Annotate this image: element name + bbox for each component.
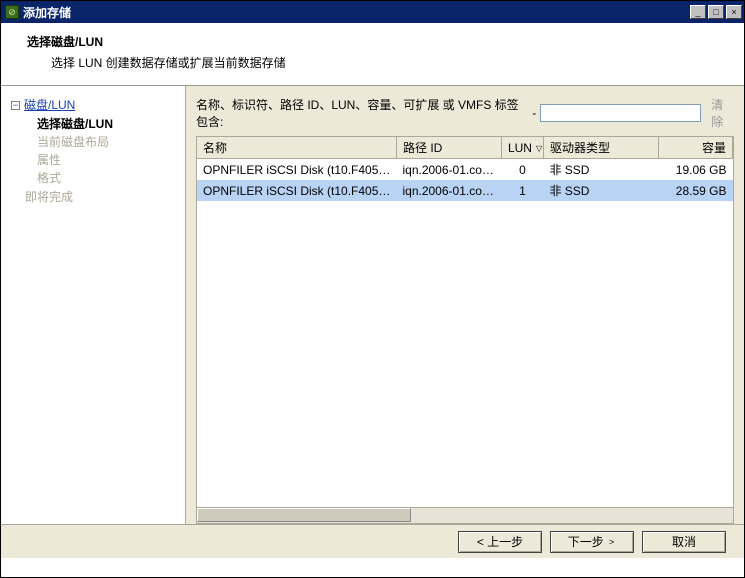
- horizontal-scrollbar[interactable]: [197, 507, 733, 523]
- cell-path: iqn.2006-01.com....: [396, 159, 501, 181]
- wizard-content: −磁盘/LUN 选择磁盘/LUN 当前磁盘布局 属性 格式 即将完成 名称、标识…: [1, 86, 744, 524]
- wizard-steps-sidebar: −磁盘/LUN 选择磁盘/LUN 当前磁盘布局 属性 格式 即将完成: [1, 86, 186, 524]
- step-finish: 即将完成: [11, 188, 185, 205]
- maximize-button[interactable]: □: [708, 5, 724, 19]
- step-select-disk[interactable]: 选择磁盘/LUN: [37, 115, 185, 132]
- table-body: OPNFILER iSCSI Disk (t10.F405E464... iqn…: [197, 159, 733, 202]
- table-row[interactable]: OPNFILER iSCSI Disk (t10.F405E464... iqn…: [197, 180, 733, 201]
- filter-dash: -: [532, 106, 536, 120]
- tree-children: 选择磁盘/LUN 当前磁盘布局 属性 格式: [11, 115, 185, 186]
- wizard-description: 选择 LUN 创建数据存储或扩展当前数据存储: [27, 54, 724, 71]
- table-row[interactable]: OPNFILER iSCSI Disk (t10.F405E464... iqn…: [197, 159, 733, 181]
- title-bar: ⊘ 添加存储 _ □ ×: [1, 1, 744, 23]
- cell-lun: 1: [501, 180, 543, 201]
- cell-capacity: 28.59 GB: [659, 180, 733, 201]
- col-header-drive[interactable]: 驱动器类型: [543, 137, 658, 159]
- cancel-button[interactable]: 取消: [642, 531, 726, 553]
- cell-capacity: 19.06 GB: [659, 159, 733, 181]
- window-title: 添加存储: [23, 4, 688, 21]
- col-header-name[interactable]: 名称: [197, 137, 396, 159]
- table-header-row: 名称 路径 ID LUN▽ 驱动器类型 容量: [197, 137, 733, 159]
- cell-drive: 非 SSD: [543, 180, 658, 201]
- minimize-button[interactable]: _: [690, 5, 706, 19]
- col-header-capacity[interactable]: 容量: [659, 137, 733, 159]
- cell-name: OPNFILER iSCSI Disk (t10.F405E464...: [197, 159, 396, 181]
- back-button[interactable]: < 上一步: [458, 531, 542, 553]
- main-panel: 名称、标识符、路径 ID、LUN、容量、可扩展 或 VMFS 标签包含: - 清…: [186, 86, 744, 524]
- tree-collapse-icon[interactable]: −: [11, 101, 20, 110]
- step-disk-layout: 当前磁盘布局: [37, 133, 185, 150]
- wizard-footer: < 上一步 下一步 > 取消: [1, 524, 744, 558]
- filter-row: 名称、标识符、路径 ID、LUN、容量、可扩展 或 VMFS 标签包含: - 清…: [196, 96, 734, 130]
- cell-drive: 非 SSD: [543, 159, 658, 181]
- wizard-header: 选择磁盘/LUN 选择 LUN 创建数据存储或扩展当前数据存储: [1, 23, 744, 86]
- clear-filter-link[interactable]: 清除: [711, 96, 734, 130]
- wizard-title: 选择磁盘/LUN: [27, 33, 724, 50]
- step-properties: 属性: [37, 151, 185, 168]
- disk-table-container: 名称 路径 ID LUN▽ 驱动器类型 容量 OPNFILER iSCSI Di…: [196, 136, 734, 524]
- close-button[interactable]: ×: [726, 5, 742, 19]
- cell-name: OPNFILER iSCSI Disk (t10.F405E464...: [197, 180, 396, 201]
- col-header-path[interactable]: 路径 ID: [396, 137, 501, 159]
- filter-label: 名称、标识符、路径 ID、LUN、容量、可扩展 或 VMFS 标签包含:: [196, 96, 528, 130]
- tree-root[interactable]: −磁盘/LUN: [11, 96, 185, 113]
- app-icon: ⊘: [5, 5, 19, 19]
- step-format: 格式: [37, 169, 185, 186]
- col-header-lun[interactable]: LUN▽: [501, 137, 543, 159]
- disk-table: 名称 路径 ID LUN▽ 驱动器类型 容量 OPNFILER iSCSI Di…: [197, 137, 733, 201]
- cell-lun: 0: [501, 159, 543, 181]
- sort-arrow-icon: ▽: [536, 144, 542, 153]
- tree-root-link[interactable]: 磁盘/LUN: [24, 98, 75, 112]
- next-button[interactable]: 下一步 >: [550, 531, 634, 553]
- cell-path: iqn.2006-01.com....: [396, 180, 501, 201]
- scrollbar-thumb[interactable]: [197, 508, 411, 522]
- filter-input[interactable]: [540, 104, 701, 122]
